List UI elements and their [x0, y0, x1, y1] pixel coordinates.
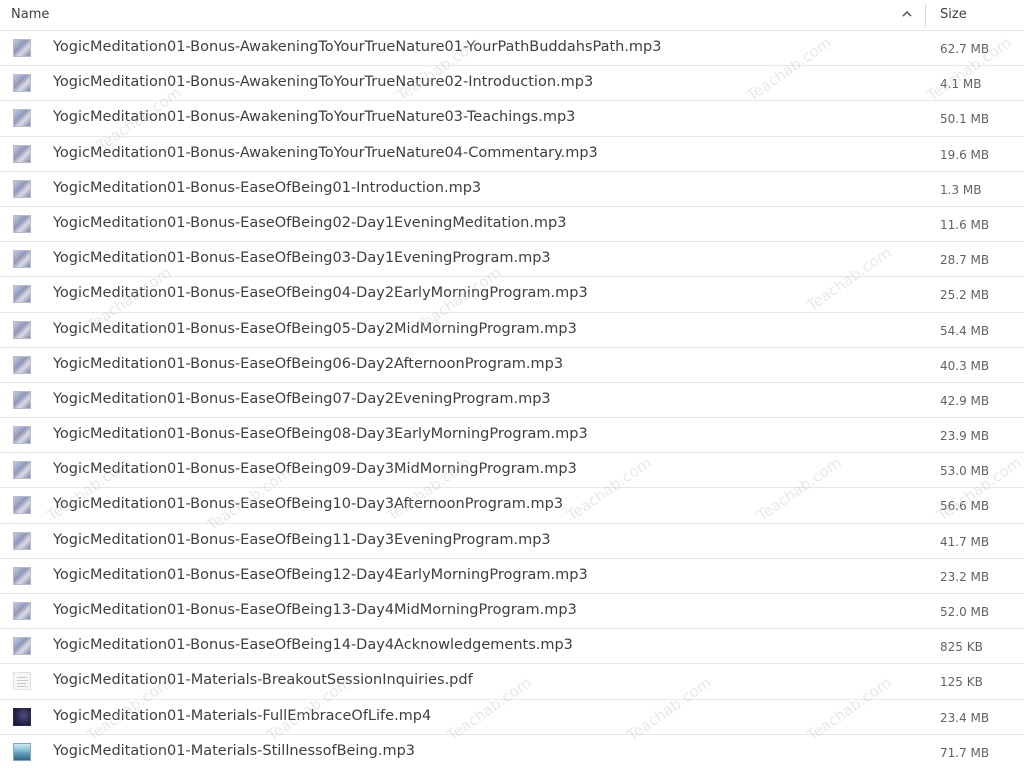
- file-name: YogicMeditation01-Bonus-EaseOfBeing12-Da…: [53, 566, 588, 583]
- column-divider[interactable]: [925, 4, 926, 27]
- file-row[interactable]: YogicMeditation01-Bonus-EaseOfBeing05-Da…: [0, 313, 1024, 348]
- file-row[interactable]: YogicMeditation01-Bonus-EaseOfBeing14-Da…: [0, 629, 1024, 665]
- file-size: 23.4 MB: [940, 710, 990, 725]
- file-row[interactable]: YogicMeditation01-Bonus-EaseOfBeing08-Da…: [0, 418, 1024, 454]
- audio-thumbnail-icon: [13, 250, 31, 269]
- audio-thumbnail-icon: [13, 637, 31, 656]
- file-row[interactable]: YogicMeditation01-Materials-BreakoutSess…: [0, 664, 1024, 700]
- file-rows: YogicMeditation01-Bonus-AwakeningToYourT…: [0, 31, 1024, 768]
- audio-thumbnail-icon: [13, 179, 31, 198]
- audio-thumbnail-icon: [13, 355, 31, 374]
- audio-thumbnail-icon: [13, 496, 31, 515]
- name-column-header[interactable]: Name: [11, 7, 49, 22]
- audio-thumbnail-icon: [13, 602, 31, 620]
- file-row[interactable]: YogicMeditation01-Bonus-EaseOfBeing12-Da…: [0, 559, 1024, 594]
- file-name: YogicMeditation01-Bonus-EaseOfBeing05-Da…: [53, 320, 577, 337]
- file-name: YogicMeditation01-Bonus-AwakeningToYourT…: [53, 109, 576, 126]
- file-size: 25.2 MB: [940, 288, 990, 303]
- audio-thumbnail-icon: [13, 144, 31, 163]
- file-size: 42.9 MB: [940, 393, 990, 408]
- audio-thumbnail-icon: [13, 320, 31, 339]
- file-size: 56.6 MB: [940, 499, 990, 514]
- file-name: YogicMeditation01-Bonus-EaseOfBeing10-Da…: [53, 496, 564, 513]
- file-name: YogicMeditation01-Bonus-AwakeningToYourT…: [53, 74, 594, 91]
- audio-thumbnail-icon: [13, 39, 31, 57]
- file-name: YogicMeditation01-Materials-StillnessofB…: [53, 742, 416, 759]
- file-name: YogicMeditation01-Bonus-EaseOfBeing13-Da…: [53, 602, 577, 618]
- file-row[interactable]: YogicMeditation01-Bonus-EaseOfBeing09-Da…: [0, 453, 1024, 489]
- file-size: 52.0 MB: [940, 605, 990, 619]
- file-row[interactable]: YogicMeditation01-Bonus-EaseOfBeing06-Da…: [0, 348, 1024, 383]
- audio-thumbnail-icon: [13, 426, 31, 445]
- file-size: 62.7 MB: [940, 42, 990, 56]
- file-size: 19.6 MB: [940, 147, 990, 162]
- file-size: 40.3 MB: [940, 358, 990, 373]
- file-row[interactable]: YogicMeditation01-Bonus-EaseOfBeing03-Da…: [0, 242, 1024, 278]
- file-size: 1.3 MB: [940, 182, 982, 197]
- file-name: YogicMeditation01-Bonus-EaseOfBeing08-Da…: [53, 426, 588, 443]
- file-name: YogicMeditation01-Bonus-EaseOfBeing04-Da…: [53, 285, 588, 302]
- file-row[interactable]: YogicMeditation01-Materials-StillnessofB…: [0, 735, 1024, 768]
- file-name: YogicMeditation01-Bonus-AwakeningToYourT…: [53, 39, 662, 55]
- file-size: 125 KB: [940, 675, 983, 690]
- file-row[interactable]: YogicMeditation01-Bonus-EaseOfBeing07-Da…: [0, 383, 1024, 419]
- file-size: 41.7 MB: [940, 534, 990, 549]
- file-size: 825 KB: [940, 640, 983, 655]
- audio-thumbnail-icon: [13, 214, 31, 233]
- file-list: Name Size YogicMeditation01-Bonus-Awaken…: [0, 0, 1024, 768]
- column-header-row: Name Size: [0, 0, 1024, 31]
- file-row[interactable]: YogicMeditation01-Bonus-AwakeningToYourT…: [0, 66, 1024, 102]
- audio-thumbnail-icon: [13, 531, 31, 550]
- file-row[interactable]: YogicMeditation01-Bonus-EaseOfBeing04-Da…: [0, 277, 1024, 313]
- pdf-thumbnail-icon: [13, 672, 31, 691]
- file-name: YogicMeditation01-Materials-BreakoutSess…: [53, 672, 473, 689]
- file-name: YogicMeditation01-Bonus-EaseOfBeing14-Da…: [53, 637, 573, 654]
- file-name: YogicMeditation01-Bonus-EaseOfBeing02-Da…: [53, 214, 567, 231]
- file-size: 11.6 MB: [940, 217, 990, 232]
- file-size: 23.9 MB: [940, 429, 990, 444]
- file-name: YogicMeditation01-Bonus-EaseOfBeing11-Da…: [53, 531, 551, 548]
- file-name: YogicMeditation01-Bonus-AwakeningToYourT…: [53, 144, 598, 161]
- chevron-up-icon[interactable]: [901, 8, 913, 20]
- landscape-thumbnail-icon: [13, 742, 31, 761]
- file-name: YogicMeditation01-Bonus-EaseOfBeing01-In…: [53, 179, 482, 196]
- audio-thumbnail-icon: [13, 285, 31, 304]
- file-row[interactable]: YogicMeditation01-Bonus-EaseOfBeing11-Da…: [0, 524, 1024, 559]
- file-size: 71.7 MB: [940, 745, 990, 760]
- size-column-header[interactable]: Size: [940, 7, 967, 22]
- audio-thumbnail-icon: [13, 390, 31, 409]
- audio-thumbnail-icon: [13, 461, 31, 480]
- file-size: 4.1 MB: [940, 77, 982, 92]
- file-size: 28.7 MB: [940, 253, 990, 268]
- file-row[interactable]: YogicMeditation01-Bonus-AwakeningToYourT…: [0, 101, 1024, 137]
- file-name: YogicMeditation01-Bonus-EaseOfBeing09-Da…: [53, 461, 577, 478]
- audio-thumbnail-icon: [13, 566, 31, 585]
- file-size: 53.0 MB: [940, 464, 990, 479]
- file-name: YogicMeditation01-Bonus-EaseOfBeing07-Da…: [53, 390, 551, 407]
- file-row[interactable]: YogicMeditation01-Bonus-EaseOfBeing13-Da…: [0, 594, 1024, 630]
- audio-thumbnail-icon: [13, 109, 31, 128]
- file-row[interactable]: YogicMeditation01-Bonus-EaseOfBeing01-In…: [0, 172, 1024, 207]
- file-size: 50.1 MB: [940, 112, 990, 127]
- file-row[interactable]: YogicMeditation01-Bonus-EaseOfBeing02-Da…: [0, 207, 1024, 243]
- file-name: YogicMeditation01-Materials-FullEmbraceO…: [53, 707, 432, 724]
- file-size: 23.2 MB: [940, 569, 990, 584]
- file-row[interactable]: YogicMeditation01-Bonus-AwakeningToYourT…: [0, 31, 1024, 67]
- file-name: YogicMeditation01-Bonus-EaseOfBeing03-Da…: [53, 250, 551, 267]
- video-thumbnail-icon: [13, 707, 31, 726]
- file-name: YogicMeditation01-Bonus-EaseOfBeing06-Da…: [53, 355, 564, 372]
- file-size: 54.4 MB: [940, 323, 990, 338]
- file-row[interactable]: YogicMeditation01-Bonus-EaseOfBeing10-Da…: [0, 488, 1024, 524]
- file-row[interactable]: YogicMeditation01-Materials-FullEmbraceO…: [0, 700, 1024, 735]
- file-row[interactable]: YogicMeditation01-Bonus-AwakeningToYourT…: [0, 137, 1024, 172]
- audio-thumbnail-icon: [13, 74, 31, 93]
